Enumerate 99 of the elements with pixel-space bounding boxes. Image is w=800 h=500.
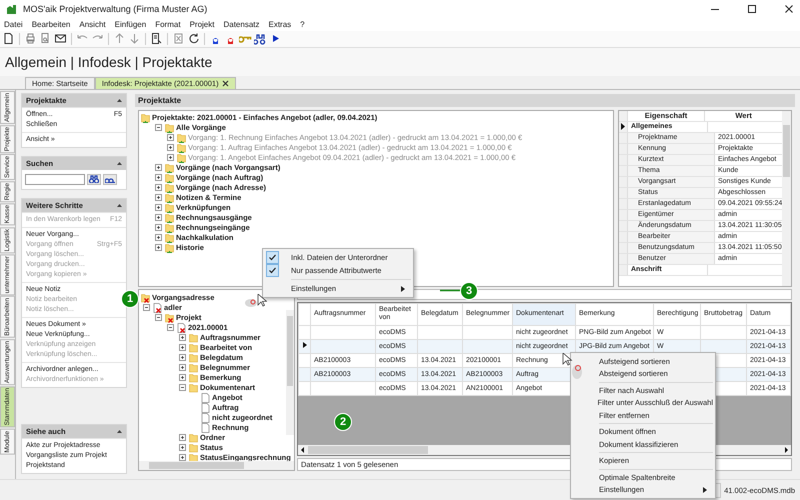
menu-item[interactable]: Bearbeiten — [32, 20, 70, 29]
arrow-up-icon[interactable] — [113, 32, 126, 46]
collapse-icon[interactable] — [117, 204, 122, 207]
expand-icon[interactable] — [154, 214, 162, 222]
folder-cross-icon — [141, 292, 150, 303]
document-icon — [201, 422, 210, 433]
folder-icon — [189, 352, 198, 363]
expand-icon[interactable] — [154, 174, 162, 182]
folder-icon — [189, 332, 198, 343]
folder-icon — [189, 362, 198, 373]
folder-icon — [177, 132, 186, 143]
binoculars-icon[interactable] — [254, 32, 267, 46]
collapse-icon[interactable] — [166, 324, 174, 332]
folder-icon — [165, 122, 174, 133]
collapse-icon[interactable] — [154, 314, 162, 322]
leader-line — [440, 289, 462, 292]
row-header[interactable] — [298, 339, 310, 354]
collapse-icon[interactable] — [117, 98, 122, 102]
search-options-button[interactable] — [103, 174, 117, 185]
folder-icon — [165, 162, 174, 173]
folder-icon — [189, 382, 198, 393]
folder-icon — [189, 432, 198, 443]
document-icon — [201, 402, 210, 413]
folder-icon — [141, 112, 150, 123]
expand-icon[interactable] — [154, 224, 162, 232]
arrow-down-icon[interactable] — [128, 32, 141, 46]
scroll-right-icon[interactable] — [783, 446, 789, 454]
mail-icon[interactable] — [54, 32, 67, 46]
document-icon[interactable] — [2, 32, 15, 46]
folder-icon — [165, 202, 174, 213]
expand-icon[interactable] — [154, 204, 162, 212]
expand-icon[interactable] — [178, 444, 186, 452]
menu-item[interactable]: Datensatz — [223, 20, 260, 29]
folder-icon — [165, 182, 174, 193]
collapse-icon[interactable] — [142, 304, 150, 312]
folder-icon — [177, 142, 186, 153]
panel-title: Projektakte — [138, 96, 182, 105]
report-icon[interactable] — [150, 32, 163, 46]
expand-icon[interactable] — [178, 364, 186, 372]
folder-icon — [165, 212, 174, 223]
scroll-left-icon[interactable] — [300, 446, 306, 454]
close-icon[interactable] — [784, 4, 794, 14]
expand-icon[interactable] — [178, 374, 186, 382]
folder-icon — [165, 192, 174, 203]
expand-icon[interactable] — [178, 334, 186, 342]
menu-item[interactable]: ? — [300, 20, 305, 29]
menu-item[interactable]: Datei — [4, 20, 23, 29]
expand-icon[interactable] — [178, 434, 186, 442]
menu-item[interactable]: Extras — [268, 20, 292, 29]
row-pointer-icon — [302, 342, 306, 348]
refresh-icon[interactable] — [187, 32, 200, 46]
menu-item[interactable]: Format — [155, 20, 181, 29]
row-pointer-icon — [621, 123, 625, 130]
menu-item[interactable]: Einfügen — [114, 20, 146, 29]
folder-icon — [177, 152, 186, 163]
expand-icon[interactable] — [154, 194, 162, 202]
folder-icon — [189, 372, 198, 383]
maximize-icon[interactable] — [747, 4, 757, 14]
folder-icon — [165, 172, 174, 183]
submenu-arrow-icon — [401, 286, 405, 292]
search-button[interactable] — [87, 174, 101, 185]
menu-item[interactable]: Projekt — [190, 20, 214, 29]
folder-icon — [165, 242, 174, 253]
folder-icon — [165, 232, 174, 243]
document-cross-icon — [177, 322, 186, 333]
document-cross-icon — [153, 302, 162, 313]
search-field[interactable] — [25, 174, 85, 185]
collapse-icon[interactable] — [178, 384, 186, 392]
expand-icon[interactable] — [178, 454, 186, 462]
submenu-arrow-icon — [703, 486, 707, 493]
collapse-icon[interactable] — [117, 430, 122, 434]
vertical-scrollbar[interactable] — [782, 110, 791, 286]
expand-icon[interactable] — [178, 354, 186, 362]
folder-icon — [189, 342, 198, 353]
collapse-icon[interactable] — [117, 162, 122, 165]
row-header[interactable] — [619, 122, 628, 132]
vertical-scrollbar[interactable] — [286, 310, 294, 435]
breadcrumb: Allgemein | Infodesk | Projektakte — [5, 54, 212, 70]
folder-cross-icon — [165, 312, 174, 323]
horizontal-scrollbar[interactable] — [139, 461, 294, 470]
menu-item[interactable]: Ansicht — [79, 20, 106, 29]
document-icon — [201, 392, 210, 403]
window-title: MOS'aik Projektverwaltung (Firma Muster AG) — [23, 4, 208, 14]
expand-icon[interactable] — [154, 244, 162, 252]
document-icon — [201, 412, 210, 423]
expand-icon[interactable] — [154, 164, 162, 172]
expand-icon[interactable] — [166, 154, 174, 162]
app-icon — [6, 2, 18, 15]
expand-icon[interactable] — [154, 234, 162, 242]
collapse-icon[interactable] — [154, 124, 162, 132]
expand-icon[interactable] — [166, 134, 174, 142]
mouse-cursor-icon — [245, 294, 267, 308]
expand-icon[interactable] — [154, 184, 162, 192]
expand-icon[interactable] — [166, 144, 174, 152]
folder-icon — [165, 222, 174, 233]
folder-icon — [189, 442, 198, 453]
close-icon[interactable] — [222, 80, 229, 87]
expand-icon[interactable] — [178, 344, 186, 352]
print-icon[interactable] — [24, 32, 37, 46]
